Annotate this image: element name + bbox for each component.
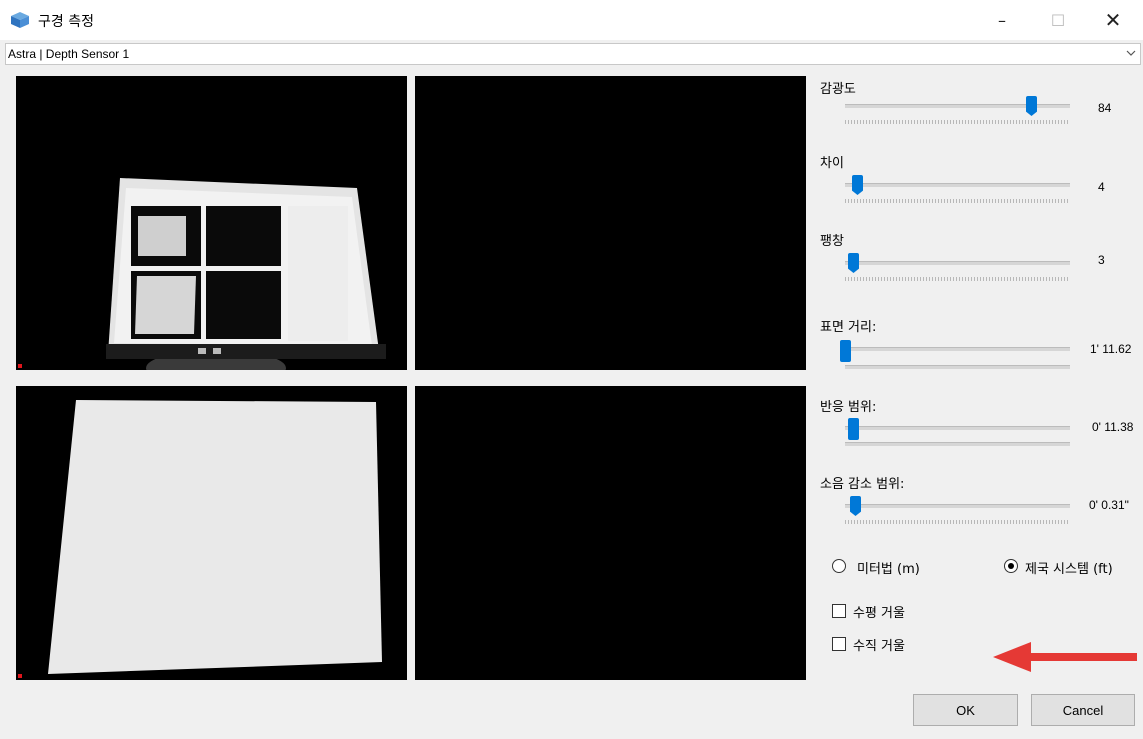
slider-value: 0' 0.31" (1089, 498, 1129, 512)
horizontal-mirror-label[interactable]: 수평 거울 (853, 602, 905, 621)
cancel-button[interactable]: Cancel (1031, 694, 1135, 726)
status-dot (18, 364, 22, 368)
ok-button[interactable]: OK (913, 694, 1018, 726)
camera-frame-image (106, 178, 386, 386)
slider-thumb[interactable] (840, 340, 851, 362)
slider-label: 반응 범위: (820, 400, 877, 415)
slider-thumb[interactable] (852, 175, 863, 195)
slider-ticks (845, 277, 1070, 281)
slider-ticks (845, 120, 1070, 124)
maximize-button[interactable]: ☐ (1035, 0, 1081, 40)
slider-baseline (845, 442, 1070, 446)
vertical-mirror-checkbox[interactable] (832, 637, 846, 651)
surface-shape (48, 400, 382, 674)
slider-track (845, 426, 1070, 430)
metric-radio-label[interactable]: 미터법 (m) (857, 558, 920, 577)
slider-label: 표면 거리: (820, 320, 877, 335)
horizontal-mirror-checkbox[interactable] (832, 604, 846, 618)
slider-value: 0' 11.38 (1092, 420, 1134, 434)
device-select[interactable]: Astra | Depth Sensor 1 (5, 43, 1141, 65)
slider-thumb[interactable] (1026, 96, 1037, 116)
radio-selected-dot (1008, 563, 1014, 569)
slider-ticks (845, 520, 1070, 524)
minimize-button[interactable]: – (979, 0, 1025, 40)
close-button[interactable]: ✕ (1090, 0, 1136, 40)
slider-thumb[interactable] (850, 496, 861, 516)
slider-value: 84 (1098, 101, 1112, 115)
slider-label: 차이 (820, 156, 844, 171)
slider-value: 1' 11.62 (1090, 342, 1132, 356)
color-camera-view (16, 76, 407, 386)
imperial-radio[interactable] (1004, 559, 1018, 573)
slider-value: 4 (1098, 180, 1105, 194)
slider-label: 팽창 (820, 234, 844, 249)
slider-ticks (845, 199, 1070, 203)
window-title: 구경 측정 (38, 14, 94, 30)
vertical-mirror-label[interactable]: 수직 거울 (853, 635, 905, 654)
slider-thumb[interactable] (848, 253, 859, 273)
slider-baseline (845, 365, 1070, 369)
depth-view (415, 76, 806, 370)
slider-label: 감광도 (820, 82, 856, 97)
slider-track (845, 183, 1070, 187)
imperial-radio-label[interactable]: 제국 시스템 (ft) (1025, 558, 1113, 577)
slider-thumb[interactable] (848, 418, 859, 440)
chevron-down-icon (1126, 50, 1136, 56)
status-dot (18, 674, 22, 678)
slider-value: 3 (1098, 253, 1105, 267)
slider-track (845, 347, 1070, 351)
device-select-value: Astra | Depth Sensor 1 (8, 47, 130, 61)
slider-track (845, 261, 1070, 265)
slider-label: 소음 감소 범위: (820, 477, 905, 492)
surface-view (16, 386, 407, 680)
slider-track (845, 504, 1070, 508)
title-bar: 구경 측정 – ☐ ✕ (0, 0, 1143, 40)
filtered-view (415, 386, 806, 680)
annotation-arrow-icon (993, 642, 1137, 672)
app-cube-icon (11, 12, 29, 28)
metric-radio[interactable] (832, 559, 846, 573)
